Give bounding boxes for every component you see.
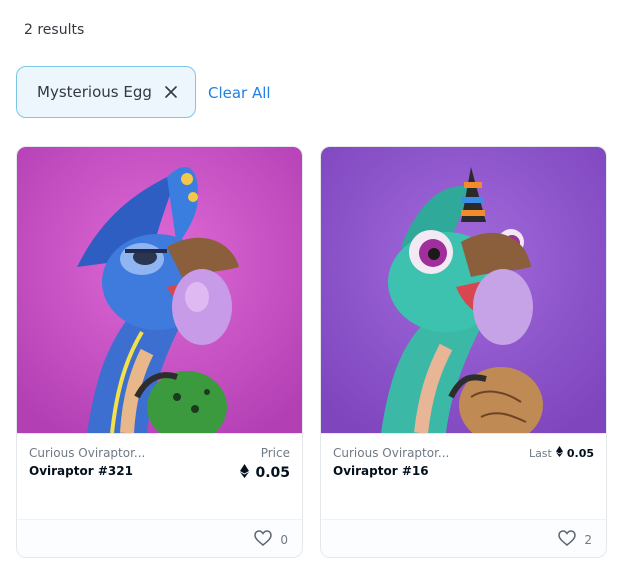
- favorite-button[interactable]: 2: [558, 530, 592, 549]
- nft-name[interactable]: Oviraptor #321: [29, 464, 133, 478]
- nft-card[interactable]: Curious Oviraptor... Oviraptor #321 Pric…: [16, 146, 303, 558]
- price-amount: 0.05: [255, 465, 290, 481]
- nft-image[interactable]: [17, 147, 302, 433]
- last-label: Last: [528, 446, 552, 460]
- last-sale: Last 0.05: [529, 446, 594, 460]
- card-footer: 2: [321, 519, 606, 557]
- filter-chip-mysterious-egg[interactable]: Mysterious Egg: [16, 66, 196, 118]
- collection-name[interactable]: Curious Oviraptor...: [333, 446, 449, 460]
- heart-icon[interactable]: [558, 530, 577, 549]
- card-footer: 0: [17, 519, 302, 557]
- likes-count: 2: [584, 532, 592, 547]
- collection-name[interactable]: Curious Oviraptor...: [29, 446, 145, 460]
- clear-all-link[interactable]: Clear All: [208, 84, 271, 102]
- likes-count: 0: [280, 532, 288, 547]
- price-label: Price: [260, 446, 290, 460]
- heart-icon[interactable]: [254, 530, 273, 549]
- ethereum-icon: [240, 464, 250, 482]
- close-icon[interactable]: [164, 85, 178, 99]
- nft-name[interactable]: Oviraptor #16: [333, 464, 429, 478]
- filter-chip-label: Mysterious Egg: [37, 83, 152, 101]
- favorite-button[interactable]: 0: [254, 530, 288, 549]
- ethereum-icon: [555, 446, 563, 460]
- nft-card[interactable]: Curious Oviraptor... Oviraptor #16 Last …: [320, 146, 607, 558]
- last-price: 0.05: [566, 446, 594, 460]
- nft-image[interactable]: [321, 147, 606, 433]
- results-count: 2 results: [24, 22, 85, 38]
- price-value: 0.05: [240, 464, 290, 482]
